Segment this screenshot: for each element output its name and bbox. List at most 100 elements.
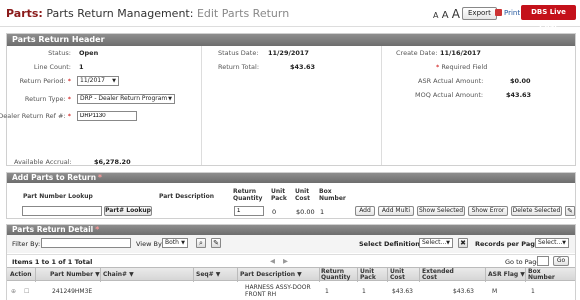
asr-value: $0.00: [510, 77, 531, 85]
part-number-input[interactable]: [22, 206, 102, 216]
moq-value: $43.63: [506, 91, 532, 99]
select-definition-label: Select Definition:: [359, 240, 423, 248]
printer-icon: [495, 9, 502, 16]
font-large-button[interactable]: A: [452, 7, 460, 21]
select-definition-select[interactable]: Select...: [419, 238, 453, 248]
col-description-grid-header[interactable]: Part Description ▼: [240, 272, 302, 278]
box-number-value: 1: [320, 208, 325, 216]
col-unit-cost-header: Unit Cost: [295, 188, 310, 202]
export-button[interactable]: Export: [462, 7, 497, 20]
line-count-value: 1: [79, 63, 84, 71]
required-field-note: * Required Field: [436, 63, 488, 71]
records-per-page-select[interactable]: Select...: [535, 238, 569, 248]
unit-pack-value: 0: [272, 208, 277, 216]
add-parts-title-text: Add Parts to Return: [12, 173, 97, 182]
print-label: Print: [504, 9, 521, 17]
view-by-label: View By:: [136, 240, 164, 248]
pagination-bar: Items 1 to 1 of 1 Total ◀ ▶ Go to Page G…: [7, 254, 575, 266]
return-period-select[interactable]: 11/2017: [77, 76, 119, 86]
items-count-text: Items 1 to 1 of 1 Total: [12, 258, 93, 266]
row-extended-cost: $43.63: [453, 288, 474, 295]
page-title: Parts: Parts Return Management: Edit Par…: [6, 7, 289, 20]
print-link[interactable]: Print: [495, 9, 520, 17]
subsection-name: Edit Parts Return: [196, 7, 290, 20]
col-qty-header: Return Quantity: [233, 188, 263, 202]
row-select-checkbox[interactable]: ☐: [24, 288, 29, 295]
font-small-button[interactable]: A: [433, 11, 438, 20]
row-box-number: 1: [531, 288, 535, 295]
col-description-header: Part Description: [159, 193, 215, 200]
return-quantity-input[interactable]: [234, 206, 264, 216]
return-total-value: $43.63: [290, 63, 316, 71]
row-asr-flag: M: [492, 288, 498, 295]
go-to-page-label: Go to Page: [505, 258, 541, 266]
col-box-number-header[interactable]: Box Number: [528, 269, 558, 281]
app-name: Parts:: [6, 7, 43, 20]
view-by-select[interactable]: Both: [162, 238, 188, 248]
next-page-icon[interactable]: ▶: [283, 257, 288, 265]
row-quantity: 1: [325, 288, 329, 295]
add-button[interactable]: Add: [355, 206, 375, 216]
return-period-label: Return Period: *: [19, 77, 71, 85]
filter-label: Filter By:: [12, 240, 41, 248]
detail-grid-header: Action Part Number ▼ Chain# ▼ Seq# ▼ Par…: [7, 267, 575, 282]
col-unit-cost-grid-header[interactable]: Unit Cost: [390, 269, 414, 281]
col-unit-pack-header: Unit Pack: [271, 188, 287, 202]
delete-selected-button[interactable]: Delete Selected: [511, 206, 562, 216]
live-chat-button[interactable]: DBS Live Chat: [521, 5, 576, 31]
status-date-value: 11/29/2017: [268, 49, 309, 57]
col-part-number-header[interactable]: Part Number ▼: [50, 272, 100, 278]
col-extended-cost-header[interactable]: Extended Cost: [422, 269, 458, 281]
show-selected-button[interactable]: Show Selected: [417, 206, 465, 216]
status-value: Open: [79, 49, 99, 57]
row-action-icon[interactable]: ⊕: [11, 288, 16, 295]
col-chain-header[interactable]: Chain# ▼: [103, 272, 134, 278]
return-type-label: Return Type: *: [24, 95, 71, 103]
return-type-select[interactable]: DRP - Dealer Return Program: [77, 94, 175, 104]
go-button[interactable]: Go: [553, 256, 569, 266]
clear-filter-icon[interactable]: ✎: [211, 238, 221, 248]
parts-return-header: Parts Return Header Status: Open Line Co…: [0, 33, 577, 166]
status-date-label: Status Date:: [218, 49, 259, 57]
font-medium-button[interactable]: A: [442, 10, 449, 21]
search-icon[interactable]: ⌕: [196, 238, 206, 248]
header-col-3: Create Date: 11/16/2017 * Required Field…: [382, 46, 577, 165]
return-period-label-text: Return Period:: [19, 77, 66, 85]
col-asr-flag-header[interactable]: ASR Flag ▼: [488, 272, 525, 278]
row-part-number: 241249HM3E: [52, 288, 93, 295]
dealer-ref-label: Dealer Return Ref #: *: [0, 112, 71, 120]
show-error-button[interactable]: Show Error: [468, 206, 508, 216]
add-parts-section: Add Parts to Return * Part Number Lookup …: [6, 172, 576, 219]
row-description: HARNESS ASSY-DOOR FRONT RH: [245, 284, 311, 298]
parts-return-detail: Parts Return Detail * Filter By: View By:…: [6, 224, 576, 300]
header-col-1: Status: Open Line Count: 1 Return Period…: [0, 46, 202, 166]
table-row[interactable]: ⊕ ☐ 241249HM3E HARNESS ASSY-DOOR FRONT R…: [7, 282, 575, 300]
filter-input[interactable]: [41, 238, 131, 248]
prev-page-icon[interactable]: ◀: [270, 257, 275, 265]
row-unit-cost: $43.63: [392, 288, 413, 295]
col-action-header: Action: [10, 271, 32, 278]
go-to-page-input[interactable]: [537, 256, 549, 266]
return-total-label: Return Total:: [218, 63, 260, 71]
eraser-icon[interactable]: ✎: [565, 206, 575, 216]
col-unit-pack-grid-header[interactable]: Unit Pack: [360, 269, 384, 281]
unit-cost-value: $0.00: [296, 208, 315, 216]
status-label: Status:: [48, 49, 71, 57]
dealer-ref-label-text: Dealer Return Ref #:: [0, 112, 66, 120]
dealer-ref-input[interactable]: [77, 111, 137, 121]
add-multi-button[interactable]: Add Multi: [378, 206, 414, 216]
delete-definition-icon[interactable]: ✖: [458, 238, 468, 248]
detail-title-text: Parts Return Detail: [12, 225, 94, 234]
required-field-text: Required Field: [441, 63, 488, 71]
section-name: Parts Return Management:: [46, 7, 194, 20]
available-accrual-label: Available Accrual:: [14, 158, 72, 166]
detail-toolbar: Filter By: View By: Both ⌕ ✎ Select Defi…: [7, 235, 575, 253]
col-seq-header[interactable]: Seq# ▼: [196, 272, 220, 278]
create-date-value: 11/16/2017: [440, 49, 481, 57]
detail-title: Parts Return Detail *: [7, 225, 575, 235]
create-date-label: Create Date:: [396, 49, 438, 57]
col-return-qty-header[interactable]: Return Quantity: [321, 269, 355, 281]
add-parts-title: Add Parts to Return *: [7, 173, 575, 183]
part-lookup-button[interactable]: Part# Lookup: [104, 206, 152, 216]
return-type-label-text: Return Type:: [24, 95, 66, 103]
